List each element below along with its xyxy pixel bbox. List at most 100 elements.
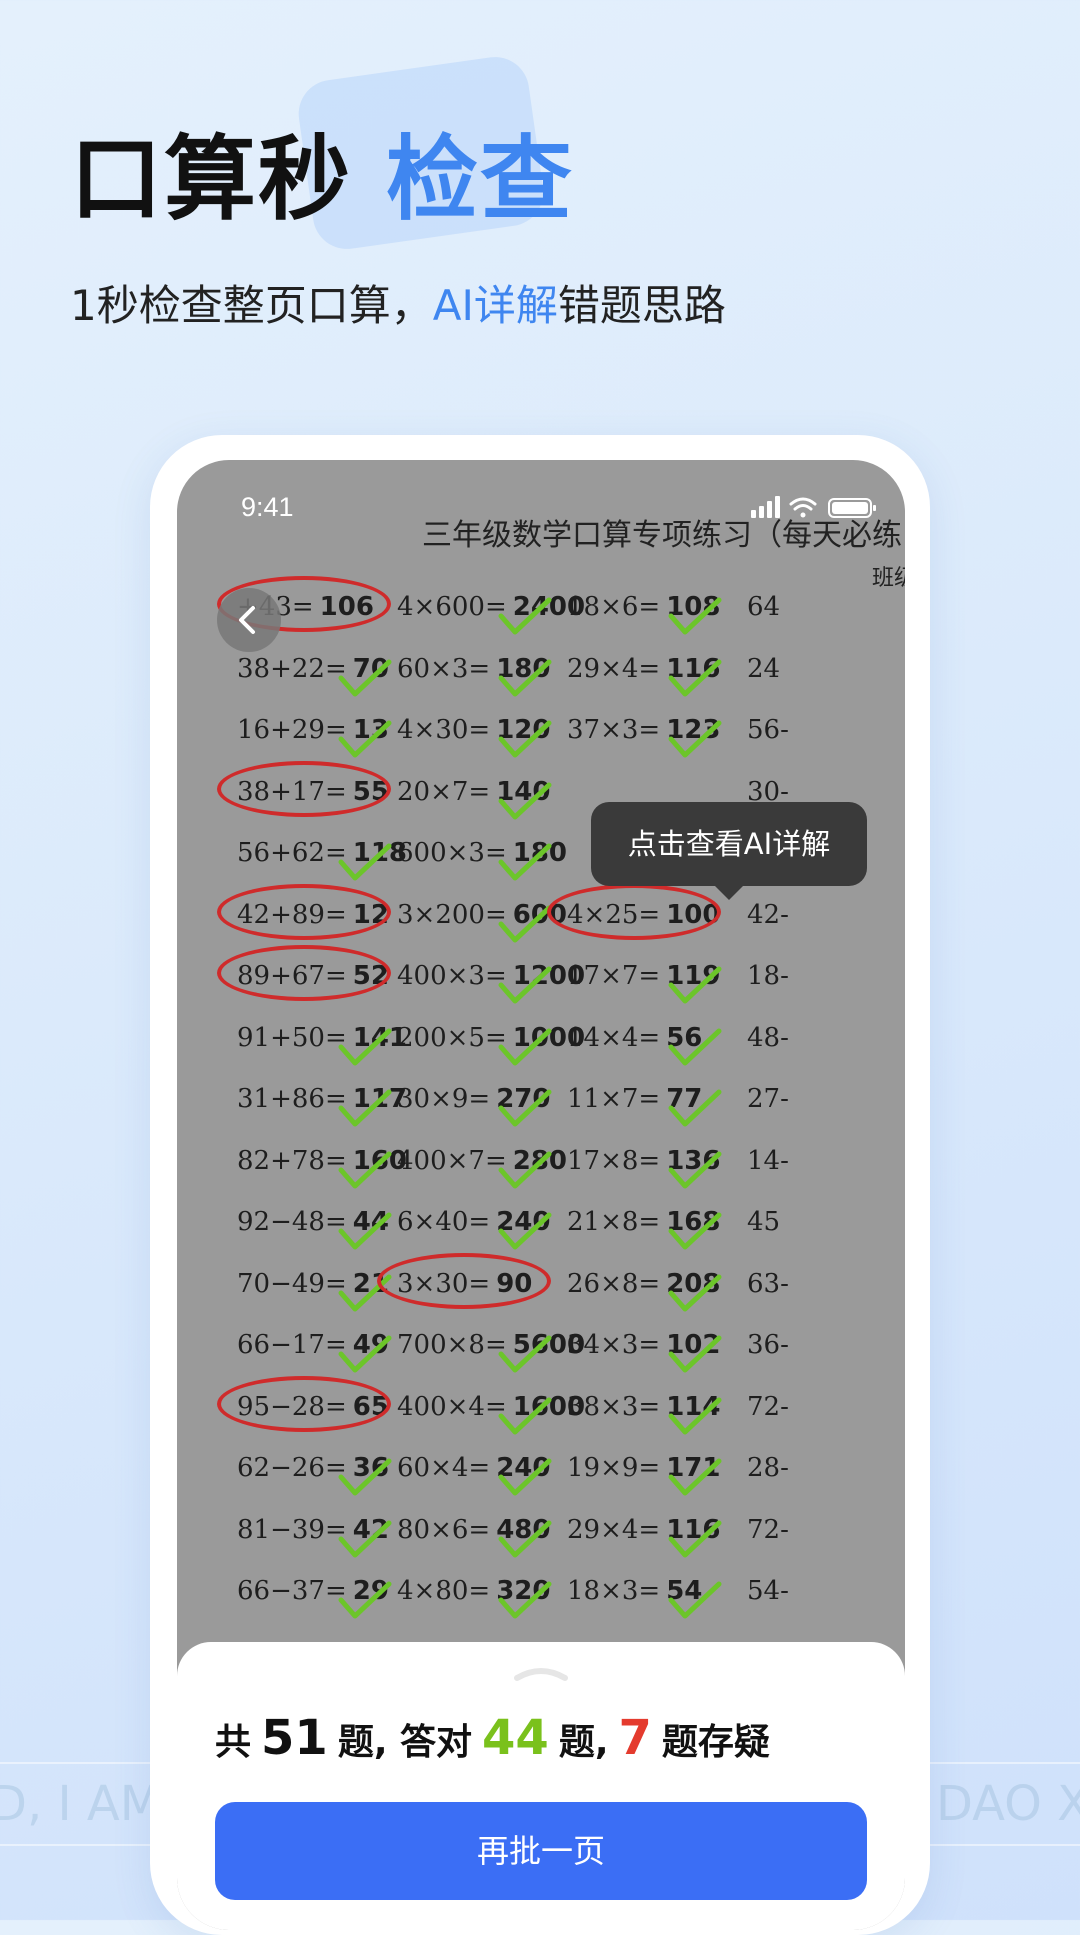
problem-question: 56-: [747, 715, 789, 745]
correct-check-icon: [668, 659, 722, 696]
worksheet-problem[interactable]: 42+89= 12: [217, 883, 391, 940]
back-button[interactable]: [217, 588, 281, 652]
worksheet-problem: 700×8= 5600: [397, 1320, 585, 1370]
correct-check-icon: [668, 597, 722, 635]
problem-question: 4×600=: [397, 592, 507, 622]
worksheet-problem: 27-: [747, 1074, 789, 1124]
correct-check-icon: [668, 966, 722, 1004]
worksheet-problem[interactable]: 3×30= 90: [377, 1252, 551, 1309]
problem-question: 3×200=: [397, 899, 507, 930]
worksheet-problem: 24: [747, 644, 780, 694]
worksheet-problem: 18-: [747, 951, 789, 1001]
correct-check-icon: [498, 1151, 552, 1188]
problem-question: 400×7=: [397, 1145, 507, 1176]
worksheet-problem: 14-: [747, 1136, 789, 1186]
correct-check-icon: [668, 1581, 722, 1619]
marquee-left-text: D, I AM: [0, 1776, 162, 1832]
worksheet-problem: 200×5= 1000: [397, 1013, 585, 1063]
problem-question: 72-: [747, 1514, 789, 1545]
phone-screen: 三年级数学口算专项练习（每天必练 班级 +43=10638+22=7016+29…: [177, 460, 905, 1930]
wrong-circle-mark: [547, 883, 721, 940]
problem-question: 28-: [747, 1453, 789, 1483]
worksheet-problem: 400×3= 1200: [397, 951, 585, 1001]
check-another-page-button[interactable]: 再批一页: [215, 1802, 867, 1900]
problem-question: 600×3=: [397, 838, 507, 868]
correct-check-icon: [498, 659, 552, 696]
problem-question: 92−48=: [237, 1207, 347, 1237]
summary-total-count: 51: [261, 1710, 328, 1766]
problem-question: 20×7=: [397, 776, 491, 807]
worksheet-problem[interactable]: 38+17= 55: [217, 760, 391, 817]
worksheet-problem[interactable]: 95−28= 65: [217, 1375, 391, 1432]
hero-subtitle: 1秒检查整页口算，AI详解错题思路: [70, 272, 726, 333]
marquee-right-text: DAO X: [935, 1776, 1080, 1832]
correct-check-icon: [338, 1212, 392, 1250]
correct-check-icon: [668, 1212, 722, 1250]
correct-check-icon: [338, 1458, 392, 1496]
correct-check-icon: [338, 1028, 392, 1065]
correct-check-icon: [498, 1397, 552, 1434]
correct-check-icon: [498, 720, 552, 758]
worksheet-problem: 4×600= 2400: [397, 582, 585, 632]
problem-question: 29×4=: [567, 1514, 661, 1545]
correct-check-icon: [498, 1458, 552, 1496]
problem-question: 18×3=: [567, 1576, 661, 1606]
problem-question: 38+22=: [237, 653, 347, 684]
status-icons: [751, 496, 881, 524]
correct-check-icon: [498, 843, 552, 881]
problem-question: 11×7=: [567, 1084, 661, 1114]
correct-check-icon: [668, 1151, 722, 1188]
correct-check-icon: [498, 1089, 552, 1127]
problem-question: 24: [747, 653, 781, 684]
problem-question: 29×4=: [567, 653, 661, 684]
problem-question: 14-: [747, 1145, 789, 1176]
problem-question: 4×30=: [397, 715, 491, 745]
worksheet-problem: 54-: [747, 1566, 789, 1616]
correct-check-icon: [668, 1028, 722, 1065]
wifi-icon: [789, 497, 817, 518]
problem-question: 17×7=: [567, 961, 661, 991]
correct-check-icon: [668, 1520, 722, 1557]
worksheet-problem: 42-: [747, 890, 789, 940]
ai-explain-tooltip[interactable]: 点击查看AI详解: [591, 802, 867, 900]
correct-check-icon: [498, 782, 552, 819]
correct-check-icon: [338, 1335, 392, 1373]
correct-check-icon: [498, 1212, 552, 1250]
problem-question: 19×9=: [567, 1453, 661, 1483]
problem-question: 56+62=: [237, 838, 347, 868]
worksheet-problem: 72-: [747, 1505, 789, 1555]
problem-question: 80×6=: [397, 1514, 491, 1545]
correct-check-icon: [498, 1335, 552, 1373]
wrong-circle-mark: [217, 760, 391, 817]
correct-check-icon: [668, 720, 722, 758]
problem-question: 17×8=: [567, 1145, 661, 1176]
correct-check-icon: [338, 1520, 392, 1557]
problem-question: 91+50=: [237, 1022, 347, 1053]
problem-question: 42-: [747, 899, 789, 930]
worksheet-problem: 64: [747, 582, 780, 632]
hero-subtitle-before: 1秒检查整页口算，: [70, 281, 433, 330]
signal-icon: [751, 496, 780, 518]
problem-question: 63-: [747, 1268, 789, 1299]
problem-question: 38×3=: [567, 1391, 661, 1422]
summary-prefix: 共: [215, 1722, 252, 1763]
correct-check-icon: [498, 1028, 552, 1065]
worksheet-problem: 36-: [747, 1320, 789, 1370]
wrong-circle-mark: [377, 1252, 551, 1309]
problem-question: 200×5=: [397, 1022, 507, 1053]
summary-mid-1: 题, 答对: [337, 1722, 473, 1763]
wrong-circle-mark: [217, 883, 391, 940]
summary-correct-count: 44: [482, 1710, 549, 1766]
worksheet-problem[interactable]: 4×25= 100: [547, 883, 721, 940]
problem-question: 21×8=: [567, 1207, 661, 1237]
problem-question: 72-: [747, 1391, 789, 1422]
status-time: 9:41: [241, 492, 294, 522]
hero-title-accent: 检查: [386, 126, 575, 233]
correct-check-icon: [498, 905, 552, 942]
worksheet-problem[interactable]: 89+67= 52: [217, 945, 391, 1001]
worksheet-problem: 28-: [747, 1443, 789, 1493]
worksheet-problem: 72-: [747, 1382, 789, 1432]
correct-check-icon: [668, 1274, 722, 1311]
correct-check-icon: [668, 1397, 722, 1434]
problem-question: 700×8=: [397, 1330, 507, 1360]
